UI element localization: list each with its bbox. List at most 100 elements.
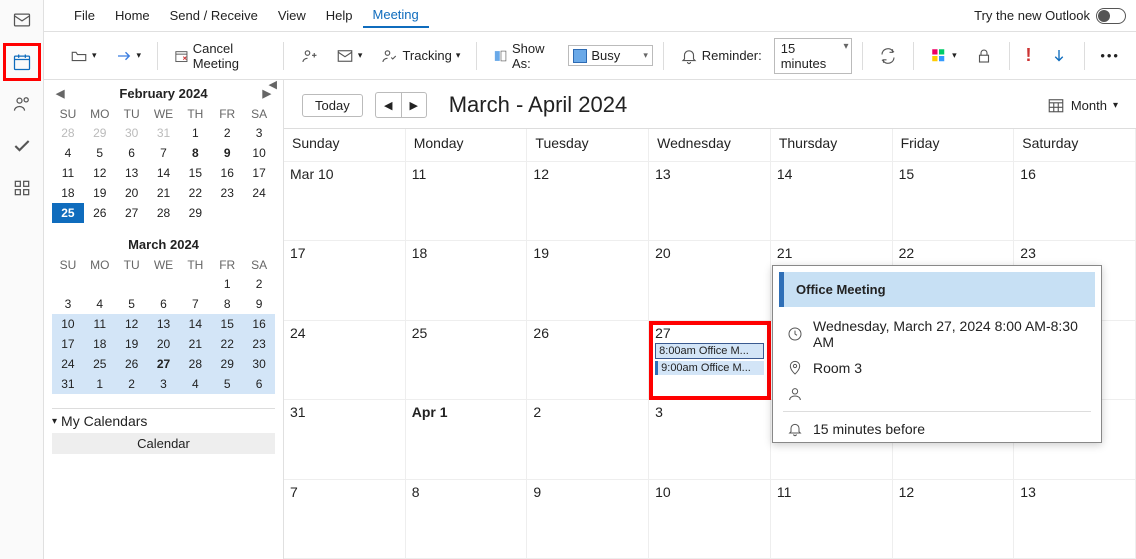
minical-day[interactable]: 10 bbox=[243, 143, 275, 163]
day-cell[interactable]: 2 bbox=[527, 400, 649, 480]
calendar-event[interactable]: 8:00am Office M... bbox=[655, 343, 764, 359]
day-cell[interactable]: 18 bbox=[406, 241, 528, 321]
minical-day[interactable]: 22 bbox=[179, 183, 211, 203]
day-cell[interactable]: 17 bbox=[284, 241, 406, 321]
minical-day[interactable]: 10 bbox=[52, 314, 84, 334]
categorize-icon[interactable]: ▾ bbox=[924, 43, 963, 69]
minical-day[interactable]: 3 bbox=[148, 374, 180, 394]
minical-day[interactable]: 6 bbox=[116, 143, 148, 163]
minical-day[interactable]: 14 bbox=[148, 163, 180, 183]
minical-day[interactable]: 5 bbox=[116, 294, 148, 314]
minical-day[interactable]: 27 bbox=[116, 203, 148, 223]
minical-day[interactable]: 19 bbox=[84, 183, 116, 203]
day-cell[interactable]: Mar 10 bbox=[284, 162, 406, 242]
day-cell[interactable]: 11 bbox=[771, 480, 893, 559]
day-cell[interactable]: 11 bbox=[406, 162, 528, 242]
minical-day[interactable]: 11 bbox=[52, 163, 84, 183]
minical-day[interactable]: 20 bbox=[116, 183, 148, 203]
minical-day[interactable]: 1 bbox=[84, 374, 116, 394]
day-cell[interactable]: 10 bbox=[649, 480, 771, 559]
menu-file[interactable]: File bbox=[64, 4, 105, 27]
minical-day[interactable]: 29 bbox=[211, 354, 243, 374]
add-attendee-icon[interactable] bbox=[294, 43, 324, 69]
try-new-outlook[interactable]: Try the new Outlook bbox=[974, 8, 1126, 24]
minical-day[interactable]: 4 bbox=[52, 143, 84, 163]
minical-day[interactable]: 30 bbox=[243, 354, 275, 374]
minical-day[interactable]: 6 bbox=[243, 374, 275, 394]
minical-day[interactable]: 28 bbox=[179, 354, 211, 374]
private-icon[interactable] bbox=[969, 43, 999, 69]
apps-icon[interactable] bbox=[8, 174, 36, 202]
day-cell[interactable]: 12 bbox=[527, 162, 649, 242]
minical-day[interactable]: 3 bbox=[52, 294, 84, 314]
day-cell[interactable]: 19 bbox=[527, 241, 649, 321]
minical-day[interactable]: 14 bbox=[179, 314, 211, 334]
menu-help[interactable]: Help bbox=[316, 4, 363, 27]
minical-day[interactable]: 15 bbox=[211, 314, 243, 334]
minical-day[interactable]: 6 bbox=[148, 294, 180, 314]
minical-day[interactable]: 7 bbox=[148, 143, 180, 163]
day-cell[interactable]: 13 bbox=[1014, 480, 1136, 559]
next-month-icon[interactable]: ▶ bbox=[263, 87, 271, 100]
minical-day[interactable]: 31 bbox=[52, 374, 84, 394]
prev-range-button[interactable]: ◀ bbox=[375, 92, 401, 118]
calendar-icon[interactable] bbox=[8, 48, 36, 76]
high-importance-icon[interactable]: ! bbox=[1020, 41, 1038, 70]
showas-dropdown[interactable]: Busy ▾ bbox=[568, 45, 653, 66]
minical-day[interactable]: 18 bbox=[84, 334, 116, 354]
tracking-button[interactable]: Tracking▾ bbox=[374, 43, 466, 69]
minical-day[interactable]: 23 bbox=[211, 183, 243, 203]
day-cell[interactable]: 31 bbox=[284, 400, 406, 480]
minical-day[interactable]: 13 bbox=[148, 314, 180, 334]
mail-icon[interactable] bbox=[8, 6, 36, 34]
minical-day[interactable] bbox=[52, 274, 84, 294]
day-cell[interactable]: 3 bbox=[649, 400, 771, 480]
reminder-dropdown[interactable]: 15 minutes bbox=[774, 38, 853, 74]
minical-day[interactable]: 28 bbox=[52, 123, 84, 143]
day-cell[interactable]: 20 bbox=[649, 241, 771, 321]
minical-day[interactable]: 25 bbox=[84, 354, 116, 374]
minical-day[interactable]: 16 bbox=[211, 163, 243, 183]
todo-icon[interactable] bbox=[8, 132, 36, 160]
my-calendars-header[interactable]: ▾My Calendars bbox=[52, 408, 275, 433]
next-range-button[interactable]: ▶ bbox=[401, 92, 427, 118]
minical-day[interactable]: 31 bbox=[148, 123, 180, 143]
day-cell[interactable]: 14 bbox=[771, 162, 893, 242]
minical-day[interactable]: 20 bbox=[148, 334, 180, 354]
minical-day[interactable]: 26 bbox=[84, 203, 116, 223]
calendar-item[interactable]: Calendar bbox=[52, 433, 275, 454]
minical-day[interactable]: 11 bbox=[84, 314, 116, 334]
minical-day[interactable]: 8 bbox=[211, 294, 243, 314]
minical-day[interactable]: 28 bbox=[148, 203, 180, 223]
minical-day[interactable]: 12 bbox=[84, 163, 116, 183]
minical-day[interactable]: 2 bbox=[211, 123, 243, 143]
minical-day[interactable]: 23 bbox=[243, 334, 275, 354]
minical-day[interactable]: 9 bbox=[211, 143, 243, 163]
day-cell[interactable]: 13 bbox=[649, 162, 771, 242]
open-icon[interactable]: ▾ bbox=[64, 43, 103, 69]
minical-day[interactable]: 26 bbox=[116, 354, 148, 374]
minical-day[interactable]: 8 bbox=[179, 143, 211, 163]
day-cell[interactable]: 8 bbox=[406, 480, 528, 559]
minical-day[interactable] bbox=[148, 274, 180, 294]
minical-day[interactable]: 15 bbox=[179, 163, 211, 183]
minical-day[interactable]: 21 bbox=[179, 334, 211, 354]
toggle-icon[interactable] bbox=[1096, 8, 1126, 24]
recurrence-icon[interactable] bbox=[873, 43, 903, 69]
minical-day[interactable] bbox=[84, 274, 116, 294]
minical-day[interactable]: 4 bbox=[179, 374, 211, 394]
day-cell[interactable]: Apr 1 bbox=[406, 400, 528, 480]
minical-day[interactable]: 22 bbox=[211, 334, 243, 354]
minical-day[interactable]: 29 bbox=[84, 123, 116, 143]
minical-day[interactable]: 25 bbox=[52, 203, 84, 223]
day-cell[interactable]: 9 bbox=[527, 480, 649, 559]
people-icon[interactable] bbox=[8, 90, 36, 118]
respond-icon[interactable]: ▾ bbox=[330, 43, 369, 69]
minical-day[interactable]: 24 bbox=[52, 354, 84, 374]
minical-day[interactable]: 7 bbox=[179, 294, 211, 314]
minical-day[interactable]: 3 bbox=[243, 123, 275, 143]
day-cell[interactable]: 24 bbox=[284, 321, 406, 401]
minical-day[interactable]: 18 bbox=[52, 183, 84, 203]
low-importance-icon[interactable] bbox=[1044, 43, 1074, 69]
cancel-meeting-button[interactable]: Cancel Meeting bbox=[168, 37, 273, 75]
